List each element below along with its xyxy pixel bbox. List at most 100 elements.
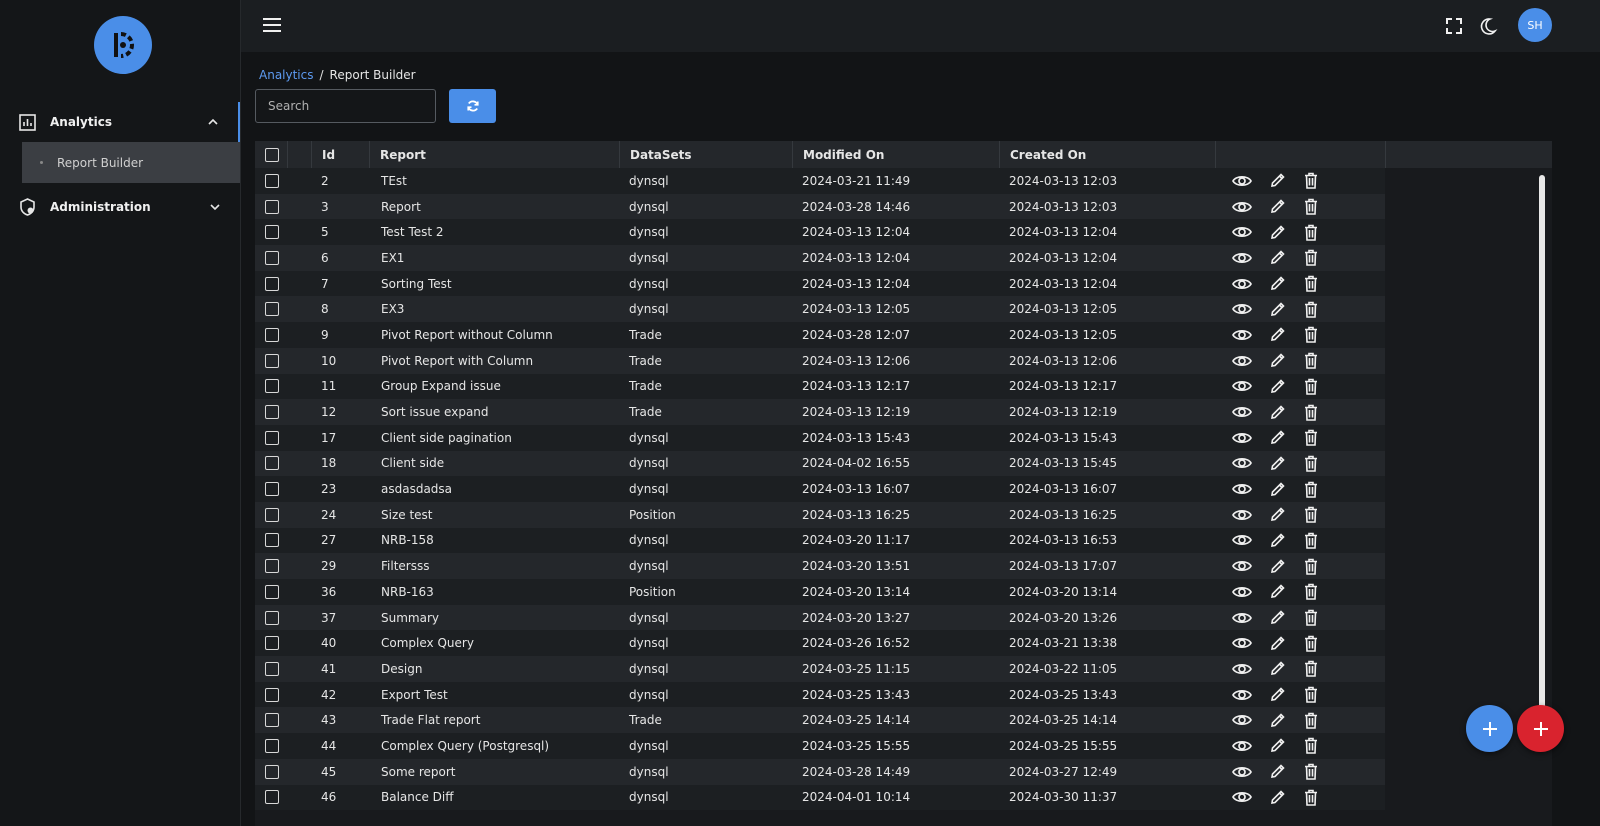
edit-icon[interactable] — [1267, 763, 1287, 781]
delete-icon[interactable] — [1301, 531, 1321, 549]
edit-icon[interactable] — [1267, 480, 1287, 498]
refresh-button[interactable] — [449, 89, 496, 123]
delete-icon[interactable] — [1301, 788, 1321, 806]
edit-icon[interactable] — [1267, 249, 1287, 267]
delete-icon[interactable] — [1301, 429, 1321, 447]
row-checkbox[interactable] — [265, 636, 279, 651]
select-all-checkbox[interactable] — [265, 147, 279, 162]
table-row[interactable]: 11 Group Expand issue Trade 2024-03-13 12:1… — [255, 373, 1385, 400]
delete-icon[interactable] — [1301, 686, 1321, 704]
view-icon[interactable] — [1232, 711, 1252, 729]
table-row[interactable]: 9 Pivot Report without Column Trade 2024-03… — [255, 322, 1385, 348]
fullscreen-icon[interactable] — [1444, 16, 1464, 36]
delete-icon[interactable] — [1301, 634, 1321, 652]
delete-icon[interactable] — [1301, 454, 1321, 472]
delete-icon[interactable] — [1301, 403, 1321, 421]
delete-icon[interactable] — [1301, 506, 1321, 524]
sidebar-subitem-report-builder[interactable]: Report Builder — [22, 142, 240, 183]
table-row[interactable]: 2 TEst dynsql 2024-03-21 11:49 2024-03-13 12… — [255, 168, 1385, 194]
table-row[interactable]: 18 Client side dynsql 2024-04-02 16:55 2024-… — [255, 450, 1385, 477]
edit-icon[interactable] — [1267, 352, 1287, 370]
delete-icon[interactable] — [1301, 583, 1321, 601]
view-icon[interactable] — [1232, 737, 1252, 755]
table-row[interactable]: 3 Report dynsql 2024-03-28 14:46 2024-03-13 … — [255, 193, 1385, 220]
delete-icon[interactable] — [1301, 711, 1321, 729]
delete-icon[interactable] — [1301, 737, 1321, 755]
view-icon[interactable] — [1232, 686, 1252, 704]
column-header-report[interactable]: Report — [369, 141, 619, 168]
view-icon[interactable] — [1232, 429, 1252, 447]
row-checkbox[interactable] — [265, 584, 279, 599]
breadcrumb-link-analytics[interactable]: Analytics — [259, 68, 314, 82]
view-icon[interactable] — [1232, 788, 1252, 806]
row-checkbox[interactable] — [265, 713, 279, 728]
row-checkbox[interactable] — [265, 661, 279, 676]
sidebar-item-administration[interactable]: Administration — [0, 187, 240, 227]
view-icon[interactable] — [1232, 198, 1252, 216]
delete-icon[interactable] — [1301, 223, 1321, 241]
table-row[interactable]: 17 Client side pagination dynsql 2024-03-13… — [255, 424, 1385, 451]
row-checkbox[interactable] — [265, 610, 279, 625]
row-checkbox[interactable] — [265, 199, 279, 214]
edit-icon[interactable] — [1267, 634, 1287, 652]
row-checkbox[interactable] — [265, 559, 279, 574]
view-icon[interactable] — [1232, 223, 1252, 241]
edit-icon[interactable] — [1267, 506, 1287, 524]
row-checkbox[interactable] — [265, 430, 279, 445]
menu-icon[interactable] — [263, 18, 281, 34]
table-row[interactable]: 40 Complex Query dynsql 2024-03-26 16:52 202… — [255, 630, 1385, 657]
table-row[interactable]: 8 EX3 dynsql 2024-03-13 12:05 2024-03-13 12:… — [255, 296, 1385, 323]
table-row[interactable]: 45 Some report dynsql 2024-03-28 14:49 2024-… — [255, 758, 1385, 785]
view-icon[interactable] — [1232, 506, 1252, 524]
row-checkbox[interactable] — [265, 302, 279, 317]
table-row[interactable]: 44 Complex Query (Postgresql) dynsql 2024-0… — [255, 733, 1385, 759]
dark-mode-icon[interactable] — [1478, 16, 1498, 36]
view-icon[interactable] — [1232, 609, 1252, 627]
view-icon[interactable] — [1232, 326, 1252, 344]
row-checkbox[interactable] — [265, 276, 279, 291]
edit-icon[interactable] — [1267, 377, 1287, 395]
view-icon[interactable] — [1232, 454, 1252, 472]
row-checkbox[interactable] — [265, 687, 279, 702]
edit-icon[interactable] — [1267, 403, 1287, 421]
edit-icon[interactable] — [1267, 711, 1287, 729]
edit-icon[interactable] — [1267, 557, 1287, 575]
row-checkbox[interactable] — [265, 738, 279, 753]
table-row[interactable]: 27 NRB-158 dynsql 2024-03-20 11:17 2024-03-1… — [255, 527, 1385, 554]
table-row[interactable]: 29 Filtersss dynsql 2024-03-20 13:51 2024-03… — [255, 553, 1385, 579]
row-checkbox[interactable] — [265, 482, 279, 497]
delete-icon[interactable] — [1301, 480, 1321, 498]
view-icon[interactable] — [1232, 249, 1252, 267]
column-header-id[interactable]: Id — [311, 141, 369, 168]
view-icon[interactable] — [1232, 583, 1252, 601]
edit-icon[interactable] — [1267, 198, 1287, 216]
row-checkbox[interactable] — [265, 507, 279, 522]
row-checkbox[interactable] — [265, 225, 279, 240]
table-row[interactable]: 7 Sorting Test dynsql 2024-03-13 12:04 2024-… — [255, 270, 1385, 297]
row-checkbox[interactable] — [265, 379, 279, 394]
table-row[interactable]: 10 Pivot Report with Column Trade 2024-03-1… — [255, 347, 1385, 374]
edit-icon[interactable] — [1267, 429, 1287, 447]
view-icon[interactable] — [1232, 377, 1252, 395]
table-row[interactable]: 24 Size test Position 2024-03-13 16:25 2024-… — [255, 501, 1385, 528]
add-button[interactable] — [1466, 705, 1513, 752]
row-checkbox[interactable] — [265, 353, 279, 368]
table-row[interactable]: 37 Summary dynsql 2024-03-20 13:27 2024-03-2… — [255, 604, 1385, 631]
row-checkbox[interactable] — [265, 327, 279, 342]
view-icon[interactable] — [1232, 275, 1252, 293]
delete-icon[interactable] — [1301, 660, 1321, 678]
delete-icon[interactable] — [1301, 763, 1321, 781]
view-icon[interactable] — [1232, 403, 1252, 421]
table-row[interactable]: 42 Export Test dynsql 2024-03-25 13:43 2024-… — [255, 681, 1385, 708]
view-icon[interactable] — [1232, 763, 1252, 781]
view-icon[interactable] — [1232, 660, 1252, 678]
table-row[interactable]: 23 asdasdadsa dynsql 2024-03-13 16:07 2024-0… — [255, 476, 1385, 502]
column-header-datasets[interactable]: DataSets — [619, 141, 792, 168]
delete-icon[interactable] — [1301, 377, 1321, 395]
search-input[interactable] — [255, 89, 436, 123]
table-row[interactable]: 5 Test Test 2 dynsql 2024-03-13 12:04 2024-0… — [255, 219, 1385, 246]
edit-icon[interactable] — [1267, 531, 1287, 549]
delete-icon[interactable] — [1301, 326, 1321, 344]
view-icon[interactable] — [1232, 634, 1252, 652]
vertical-scrollbar[interactable] — [1539, 175, 1545, 710]
